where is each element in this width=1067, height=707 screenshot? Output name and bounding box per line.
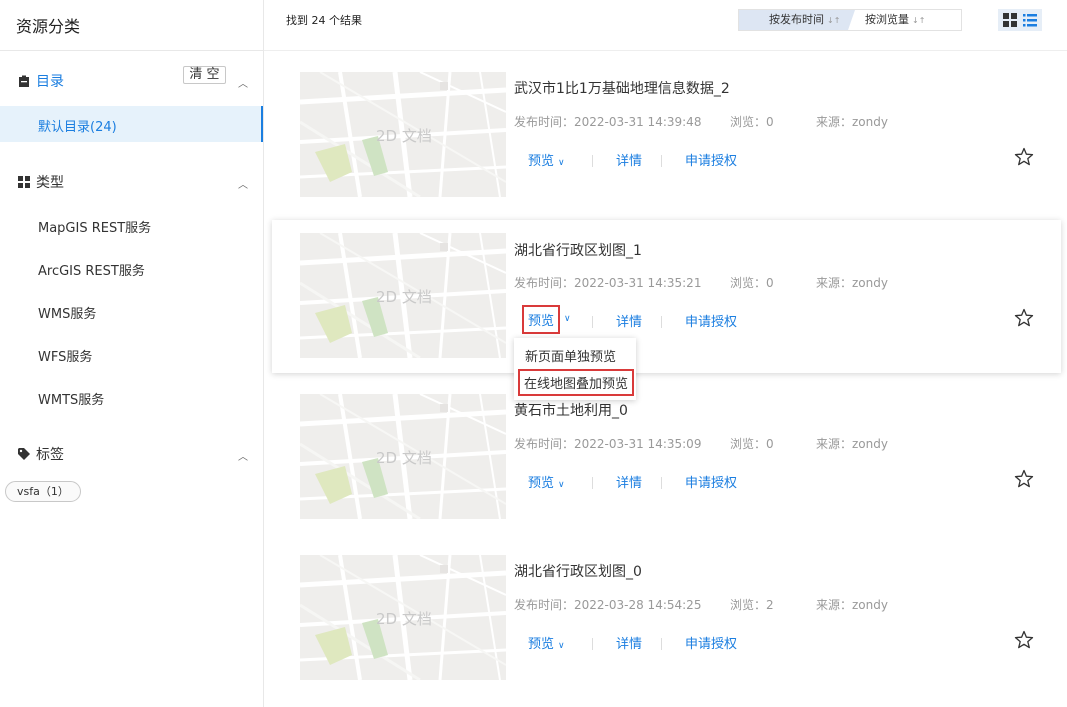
divider xyxy=(592,477,593,489)
publish-time: 发布时间：2022-03-31 14:35:09 xyxy=(514,437,702,451)
divider xyxy=(592,155,593,167)
divider xyxy=(661,477,662,489)
details-link[interactable]: 详情 xyxy=(616,472,642,491)
menu-item-new-page-preview[interactable]: 新页面单独预览 xyxy=(525,346,616,365)
chevron-down-icon: ∨ xyxy=(558,480,565,490)
preview-button-highlighted[interactable]: 预览 xyxy=(521,305,561,334)
source: 来源：zondy xyxy=(816,115,888,129)
preview-label: 预览 xyxy=(528,154,555,169)
chevron-down-icon: ∨ xyxy=(558,158,565,168)
apply-authorization-link[interactable]: 申请授权 xyxy=(685,633,737,652)
resource-title[interactable]: 黄石市土地利用_0 xyxy=(514,400,628,420)
thumbnail-label: 2D 文档 xyxy=(376,127,432,145)
sort-arrows-icon: ↓↑ xyxy=(827,16,841,25)
resource-card: 2D 文档 黄石市土地利用_0 发布时间：2022-03-31 14:35:09… xyxy=(272,394,1061,547)
resource-title[interactable]: 武汉市1比1万基础地理信息数据_2 xyxy=(514,78,730,98)
preview-button[interactable]: 预览 ∨ xyxy=(528,472,565,491)
publish-time: 发布时间：2022-03-31 14:39:48 xyxy=(514,115,702,129)
divider xyxy=(0,50,263,51)
thumbnail-label: 2D 文档 xyxy=(376,449,432,467)
catalog-item-default[interactable]: 默认目录(24) xyxy=(0,106,263,142)
star-icon[interactable] xyxy=(1014,469,1034,489)
divider xyxy=(661,155,662,167)
preview-button[interactable]: 预览 ∨ xyxy=(528,150,565,169)
apply-authorization-link[interactable]: 申请授权 xyxy=(685,472,737,491)
divider xyxy=(264,50,1067,51)
resource-card: 2D 文档 武汉市1比1万基础地理信息数据_2 发布时间：2022-03-31 … xyxy=(272,72,1061,225)
resource-card: 2D 文档 湖北省行政区划图_0 发布时间：2022-03-28 14:54:2… xyxy=(272,555,1061,707)
sort-publish-label: 按发布时间 xyxy=(769,13,824,26)
source: 来源：zondy xyxy=(816,598,888,612)
thumbnail-label: 2D 文档 xyxy=(376,610,432,628)
tag-chip-vsfa[interactable]: vsfa（1） xyxy=(5,481,81,502)
star-icon[interactable] xyxy=(1014,308,1034,328)
source: 来源：zondy xyxy=(816,276,888,290)
divider xyxy=(661,638,662,650)
chevron-up-icon[interactable]: ︿ xyxy=(238,176,248,191)
tag-section-label: 标签 xyxy=(36,447,64,463)
map-thumbnail[interactable]: 2D 文档 xyxy=(300,233,506,358)
view-count: 浏览：2 xyxy=(730,598,774,612)
menu-item-online-map-overlay-preview[interactable]: 在线地图叠加预览 xyxy=(517,369,635,396)
preview-label: 预览 xyxy=(528,314,555,329)
type-section-label: 类型 xyxy=(36,175,64,191)
details-link[interactable]: 详情 xyxy=(616,150,642,169)
result-count: 找到 24 个结果 xyxy=(286,14,362,27)
map-thumbnail[interactable]: 2D 文档 xyxy=(300,555,506,680)
sort-control: 按发布时间 ↓↑ 按浏览量 ↓↑ xyxy=(738,9,962,31)
divider xyxy=(592,638,593,650)
chevron-up-icon[interactable]: ︿ xyxy=(238,448,248,463)
divider xyxy=(592,316,593,328)
details-link[interactable]: 详情 xyxy=(616,311,642,330)
thumbnail-label: 2D 文档 xyxy=(376,288,432,306)
preview-button[interactable]: 预览 ∨ xyxy=(528,633,565,652)
chevron-down-icon: ∨ xyxy=(558,641,565,651)
catalog-item-label: 默认目录(24) xyxy=(38,120,117,135)
view-count: 浏览：0 xyxy=(730,276,774,290)
tag-section-header[interactable]: 标签 ︿ xyxy=(18,444,258,464)
divider xyxy=(661,316,662,328)
star-icon[interactable] xyxy=(1014,147,1034,167)
preview-dropdown-menu: 新页面单独预览 在线地图叠加预览 xyxy=(514,338,636,400)
view-toggle xyxy=(998,9,1042,31)
apply-authorization-link[interactable]: 申请授权 xyxy=(685,311,737,330)
sort-arrows-icon: ↓↑ xyxy=(912,16,926,25)
sort-views-label: 按浏览量 xyxy=(865,13,909,26)
grid-icon xyxy=(18,176,30,188)
type-item-wms[interactable]: WMS服务 xyxy=(38,303,96,322)
view-count: 浏览：0 xyxy=(730,437,774,451)
view-count: 浏览：0 xyxy=(730,115,774,129)
list-view-icon[interactable] xyxy=(1023,13,1037,27)
resource-title[interactable]: 湖北省行政区划图_0 xyxy=(514,561,642,581)
details-link[interactable]: 详情 xyxy=(616,633,642,652)
map-thumbnail[interactable]: 2D 文档 xyxy=(300,394,506,519)
publish-time: 发布时间：2022-03-28 14:54:25 xyxy=(514,598,702,612)
map-thumbnail[interactable]: 2D 文档 xyxy=(300,72,506,197)
sidebar-title: 资源分类 xyxy=(16,17,81,36)
apply-authorization-link[interactable]: 申请授权 xyxy=(685,150,737,169)
source: 来源：zondy xyxy=(816,437,888,451)
resource-title[interactable]: 湖北省行政区划图_1 xyxy=(514,240,642,260)
type-section-header[interactable]: 类型 ︿ xyxy=(18,172,258,192)
clipboard-icon xyxy=(19,75,29,87)
grid-view-icon[interactable] xyxy=(1003,13,1017,27)
type-item-arcgis-rest[interactable]: ArcGIS REST服务 xyxy=(38,260,145,279)
preview-label: 预览 xyxy=(528,637,555,652)
sort-by-views[interactable]: 按浏览量 ↓↑ xyxy=(857,10,961,30)
tag-icon xyxy=(18,448,30,460)
preview-label: 预览 xyxy=(528,476,555,491)
sort-by-publish-time[interactable]: 按发布时间 ↓↑ xyxy=(739,10,855,30)
publish-time: 发布时间：2022-03-31 14:35:21 xyxy=(514,276,702,290)
type-item-wmts[interactable]: WMTS服务 xyxy=(38,389,104,408)
chevron-down-icon: ∨ xyxy=(564,314,571,324)
clear-button[interactable]: 清 空 xyxy=(183,66,226,84)
type-item-mapgis-rest[interactable]: MapGIS REST服务 xyxy=(38,217,151,236)
resource-card-active: 2D 文档 湖北省行政区划图_1 发布时间：2022-03-31 14:35:2… xyxy=(272,220,1061,373)
chevron-up-icon[interactable]: ︿ xyxy=(238,75,248,90)
type-item-wfs[interactable]: WFS服务 xyxy=(38,346,92,365)
sidebar: 资源分类 目录 ︿ 清 空 默认目录(24) 类型 ︿ MapGIS REST服… xyxy=(0,0,264,707)
star-icon[interactable] xyxy=(1014,630,1034,650)
catalog-section-label: 目录 xyxy=(36,74,64,90)
